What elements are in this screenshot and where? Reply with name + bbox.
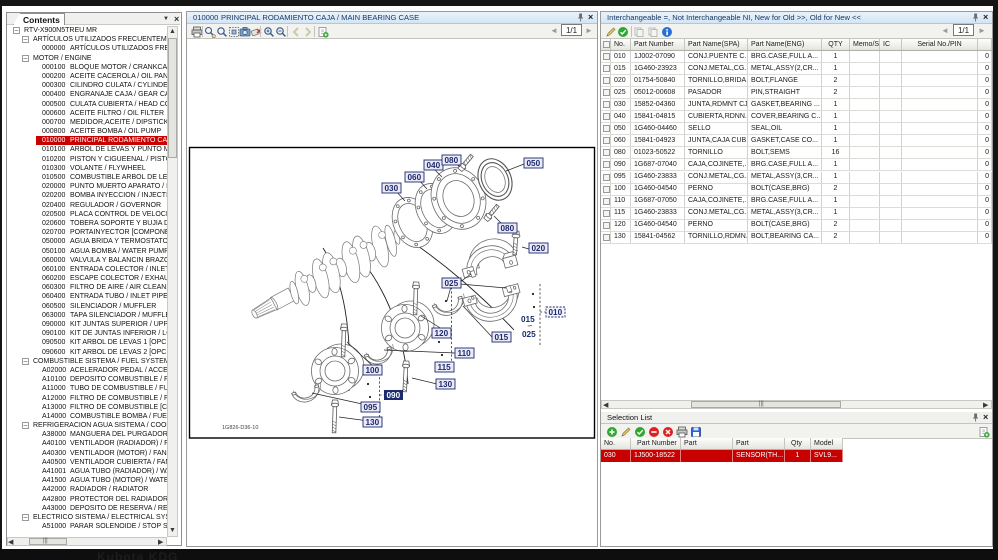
svg-text:130: 130	[439, 380, 453, 389]
svg-text:120: 120	[435, 329, 449, 338]
svg-text:090: 090	[387, 391, 401, 400]
svg-text:1G826-D36-10: 1G826-D36-10	[222, 425, 258, 431]
svg-text:080: 080	[445, 156, 459, 165]
svg-text:020: 020	[532, 244, 546, 253]
svg-text:010: 010	[549, 308, 563, 317]
svg-text:080: 080	[501, 224, 515, 233]
svg-text:060: 060	[408, 173, 422, 182]
svg-text:050: 050	[527, 159, 541, 168]
svg-text:095: 095	[364, 403, 378, 412]
svg-text:110: 110	[458, 349, 472, 358]
svg-text:130: 130	[366, 418, 380, 427]
svg-text:040: 040	[427, 161, 441, 170]
svg-text:015: 015	[495, 333, 509, 342]
svg-text:030: 030	[385, 184, 399, 193]
svg-text:025: 025	[445, 279, 459, 288]
svg-text:∽: ∽	[527, 323, 533, 330]
svg-text:100: 100	[366, 366, 380, 375]
svg-text:115: 115	[438, 363, 452, 372]
svg-text:025: 025	[522, 330, 536, 339]
